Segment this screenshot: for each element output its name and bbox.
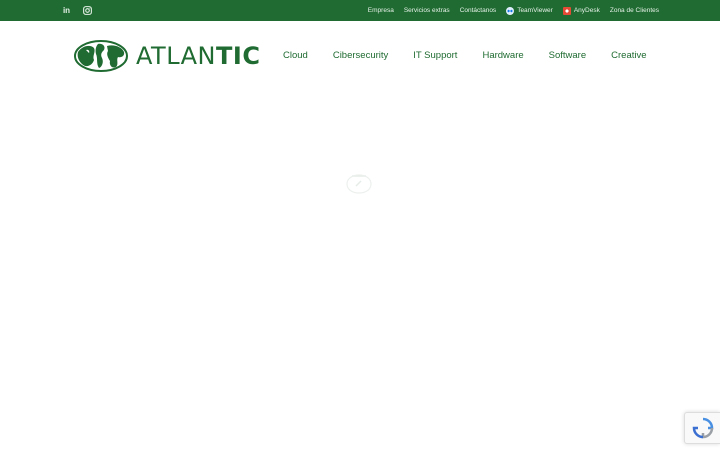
- social-links: in: [61, 5, 93, 16]
- anydesk-icon: [562, 6, 571, 15]
- logo-text-light: ATLAN: [136, 42, 217, 70]
- linkedin-icon[interactable]: in: [61, 5, 72, 16]
- globe-icon: [74, 40, 128, 72]
- link-anydesk[interactable]: AnyDesk: [562, 6, 600, 15]
- link-empresa[interactable]: Empresa: [368, 7, 394, 14]
- link-contactanos-label: Contáctanos: [459, 7, 497, 14]
- nav-cibersecurity[interactable]: Cibersecurity: [333, 50, 388, 61]
- linkedin-label: in: [62, 5, 71, 15]
- nav-it-support[interactable]: IT Support: [413, 50, 457, 61]
- site-logo[interactable]: ATLANTIC: [74, 40, 260, 72]
- main-header: ATLANTIC Cloud Cibersecurity IT Support …: [0, 21, 720, 91]
- loading-icon: [344, 172, 374, 196]
- nav-creative[interactable]: Creative: [611, 50, 646, 61]
- recaptcha-badge[interactable]: [684, 412, 720, 444]
- main-nav: Cloud Cibersecurity IT Support Hardware …: [283, 50, 647, 61]
- nav-hardware[interactable]: Hardware: [482, 50, 523, 61]
- top-bar: in Empresa Servicios extras Contáctanos …: [0, 0, 720, 21]
- nav-software[interactable]: Software: [549, 50, 587, 61]
- link-servicios-label: Servicios extras: [403, 7, 450, 14]
- link-zona-label: Zona de Clientes: [609, 7, 659, 14]
- top-links: Empresa Servicios extras Contáctanos Tea…: [368, 0, 659, 21]
- instagram-icon[interactable]: [82, 5, 93, 16]
- link-empresa-label: Empresa: [367, 7, 394, 14]
- link-zona-clientes[interactable]: Zona de Clientes: [610, 7, 659, 14]
- logo-text-bold: TIC: [216, 42, 261, 70]
- recaptcha-icon: [692, 417, 713, 439]
- nav-cloud[interactable]: Cloud: [283, 50, 308, 61]
- logo-text: ATLANTIC: [136, 44, 260, 68]
- link-teamviewer[interactable]: TeamViewer: [506, 6, 553, 15]
- teamviewer-icon: [506, 6, 515, 15]
- link-anydesk-label: AnyDesk: [573, 7, 600, 14]
- link-teamviewer-label: TeamViewer: [517, 7, 553, 14]
- link-servicios-extras[interactable]: Servicios extras: [404, 7, 450, 14]
- link-contactanos[interactable]: Contáctanos: [460, 7, 497, 14]
